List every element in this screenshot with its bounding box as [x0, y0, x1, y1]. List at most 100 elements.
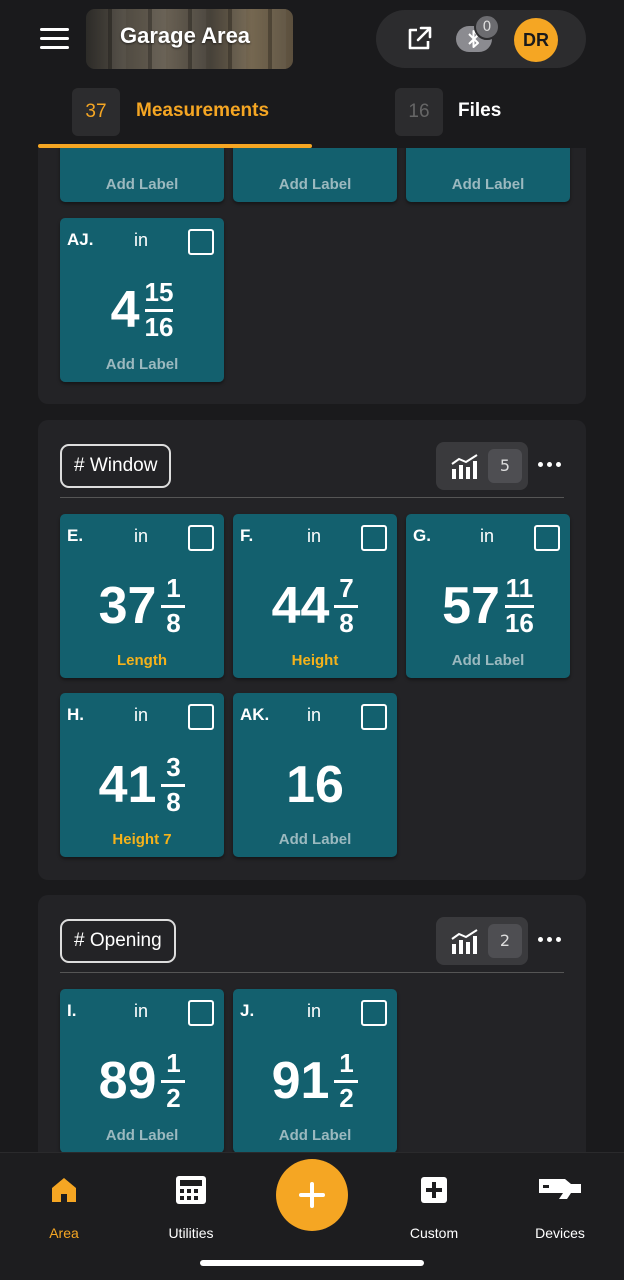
measurement-card[interactable]: G. in 57 11 16 Add Label: [406, 514, 570, 678]
card-checkbox[interactable]: [188, 704, 214, 730]
card-fraction-den: 8: [166, 607, 181, 638]
nav-label: Area: [49, 1225, 79, 1241]
card-value-whole: 44: [271, 577, 330, 635]
card-label[interactable]: Add Label: [60, 356, 224, 373]
card-fraction-den: 16: [144, 311, 174, 342]
calculator-icon: [176, 1176, 206, 1204]
card-checkbox[interactable]: [188, 525, 214, 551]
card-value: 44 7 8: [233, 569, 397, 643]
card-label[interactable]: Height 7: [60, 831, 224, 848]
chart-icon: [451, 454, 478, 479]
nav-devices[interactable]: Devices: [510, 1173, 610, 1241]
card-id: H.: [67, 705, 84, 724]
card-value-whole: 91: [271, 1052, 330, 1110]
group-chart-button[interactable]: 5: [436, 442, 528, 490]
card-fraction-den: 2: [339, 1082, 354, 1113]
card-fraction-num: 7: [339, 573, 354, 604]
card-checkbox[interactable]: [188, 229, 214, 255]
card-fraction-num: 15: [144, 277, 174, 308]
card-value: 4 15 16: [60, 273, 224, 347]
card-fraction-den: 2: [166, 1082, 181, 1113]
card-label[interactable]: Height: [233, 652, 397, 669]
card-label[interactable]: Add Label: [233, 831, 397, 848]
external-link-icon[interactable]: [405, 25, 433, 53]
card-value: 41 3 8: [60, 748, 224, 822]
devices-icon: [539, 1179, 581, 1199]
card-id: AJ.: [67, 230, 94, 249]
card-checkbox[interactable]: [361, 525, 387, 551]
add-measurement-button[interactable]: [276, 1159, 348, 1231]
measurement-card[interactable]: I. in 89 1 2 Add Label: [60, 989, 224, 1152]
area-selector[interactable]: Garage Area: [86, 9, 293, 69]
tab-count: 37: [72, 88, 120, 136]
group-opening: # Opening 2 I. in 89 1 2 Add Label J. in 91 1 2 Add…: [38, 895, 586, 1152]
nav-label: Utilities: [168, 1225, 214, 1241]
card-fraction: 12: [334, 1049, 359, 1113]
more-options-icon[interactable]: [538, 927, 562, 951]
card-value: 37 1 8: [60, 569, 224, 643]
card-id: F.: [240, 526, 254, 545]
card-value: 91 1 2: [233, 1044, 397, 1118]
card-value: 89 1 2: [60, 1044, 224, 1118]
avatar[interactable]: DR: [514, 18, 558, 62]
card-unit[interactable]: in: [480, 526, 494, 547]
nav-area[interactable]: Area: [14, 1173, 114, 1241]
card-value-whole: 41: [98, 756, 157, 814]
card-fraction-num: 1: [166, 1048, 181, 1079]
card-label[interactable]: Add Label: [406, 176, 570, 193]
card-fraction-den: 8: [166, 786, 181, 817]
card-unit[interactable]: in: [134, 230, 148, 251]
card-unit[interactable]: in: [307, 1001, 321, 1022]
card-label[interactable]: Add Label: [406, 652, 570, 669]
card-unit[interactable]: in: [134, 705, 148, 726]
card-fraction-num: 1: [166, 573, 181, 604]
measurements-list[interactable]: 16 Add Label 16 Add Label Add Label AJ. …: [0, 0, 624, 1152]
card-unit[interactable]: in: [307, 526, 321, 547]
card-value: 16: [233, 748, 397, 822]
card-fraction-den: 16: [504, 607, 534, 638]
group-count: 2: [488, 924, 522, 958]
card-value: 57 11 16: [406, 569, 570, 643]
measurement-card[interactable]: F. in 44 7 8 Height: [233, 514, 397, 678]
more-options-icon[interactable]: [538, 452, 562, 476]
card-value-whole: 89: [98, 1052, 157, 1110]
card-checkbox[interactable]: [188, 1000, 214, 1026]
card-fraction: 78: [334, 573, 359, 637]
measurement-card[interactable]: E. in 37 1 8 Length: [60, 514, 224, 678]
group-name-tag[interactable]: # Opening: [60, 919, 176, 963]
device-count-badge: 0: [474, 14, 500, 40]
card-unit[interactable]: in: [134, 1001, 148, 1022]
card-unit[interactable]: in: [307, 705, 321, 726]
tab-label: Measurements: [136, 100, 270, 121]
card-checkbox[interactable]: [361, 704, 387, 730]
top-header: Garage Area 0 DR 37 Measurements 16 File…: [0, 0, 624, 148]
group-name-tag[interactable]: # Window: [60, 444, 172, 488]
measurement-card[interactable]: AK. in 16 Add Label: [233, 693, 397, 857]
divider: [60, 972, 564, 973]
card-label[interactable]: Add Label: [233, 1127, 397, 1144]
card-label[interactable]: Add Label: [60, 1127, 224, 1144]
card-label[interactable]: Add Label: [233, 176, 397, 193]
measurement-card-aj[interactable]: AJ. in 4 15 16 Add Label: [60, 218, 224, 382]
nav-utilities[interactable]: Utilities: [141, 1173, 241, 1241]
card-fraction-num: 11: [505, 573, 534, 604]
group-count: 5: [488, 449, 522, 483]
card-checkbox[interactable]: [361, 1000, 387, 1026]
card-value-whole: 16: [286, 756, 344, 814]
card-label[interactable]: Add Label: [60, 176, 224, 193]
hamburger-menu-icon[interactable]: [40, 28, 70, 50]
card-checkbox[interactable]: [534, 525, 560, 551]
card-id: I.: [67, 1001, 77, 1020]
group-chart-button[interactable]: 2: [436, 917, 528, 965]
nav-custom[interactable]: Custom: [384, 1173, 484, 1241]
card-fraction-num: 3: [166, 752, 181, 783]
card-value-whole: 37: [98, 577, 157, 635]
chart-icon: [451, 929, 478, 954]
card-fraction: 12: [161, 1048, 186, 1113]
card-id: J.: [240, 1001, 255, 1020]
card-label[interactable]: Length: [60, 652, 224, 669]
card-unit[interactable]: in: [134, 526, 148, 547]
card-value-whole: 4: [110, 281, 140, 339]
measurement-card[interactable]: H. in 41 3 8 Height 7: [60, 693, 224, 857]
measurement-card[interactable]: J. in 91 1 2 Add Label: [233, 989, 397, 1152]
